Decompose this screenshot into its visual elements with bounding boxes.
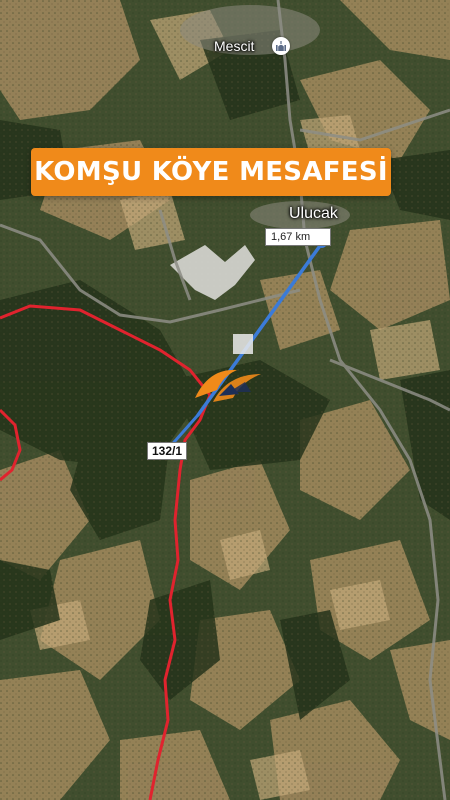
parcel-marker-tile [233, 334, 253, 354]
distance-text: 1,67 km [271, 231, 311, 243]
place-label-ulucak[interactable]: Ulucak [289, 205, 338, 223]
title-text: KOMŞU KÖYE MESAFESİ [34, 157, 388, 187]
parcel-number: 132/1 [151, 444, 183, 458]
mosque-icon[interactable] [272, 37, 290, 55]
distance-label: 1,67 km [265, 228, 331, 246]
map-view[interactable]: KOMŞU KÖYE MESAFESİ Mescit Ulucak 1,67 k… [0, 0, 450, 800]
brand-logo-icon [195, 369, 261, 402]
title-banner: KOMŞU KÖYE MESAFESİ [31, 148, 391, 196]
place-label-mescit[interactable]: Mescit [214, 38, 254, 54]
parcel-label[interactable]: 132/1 [147, 442, 187, 460]
